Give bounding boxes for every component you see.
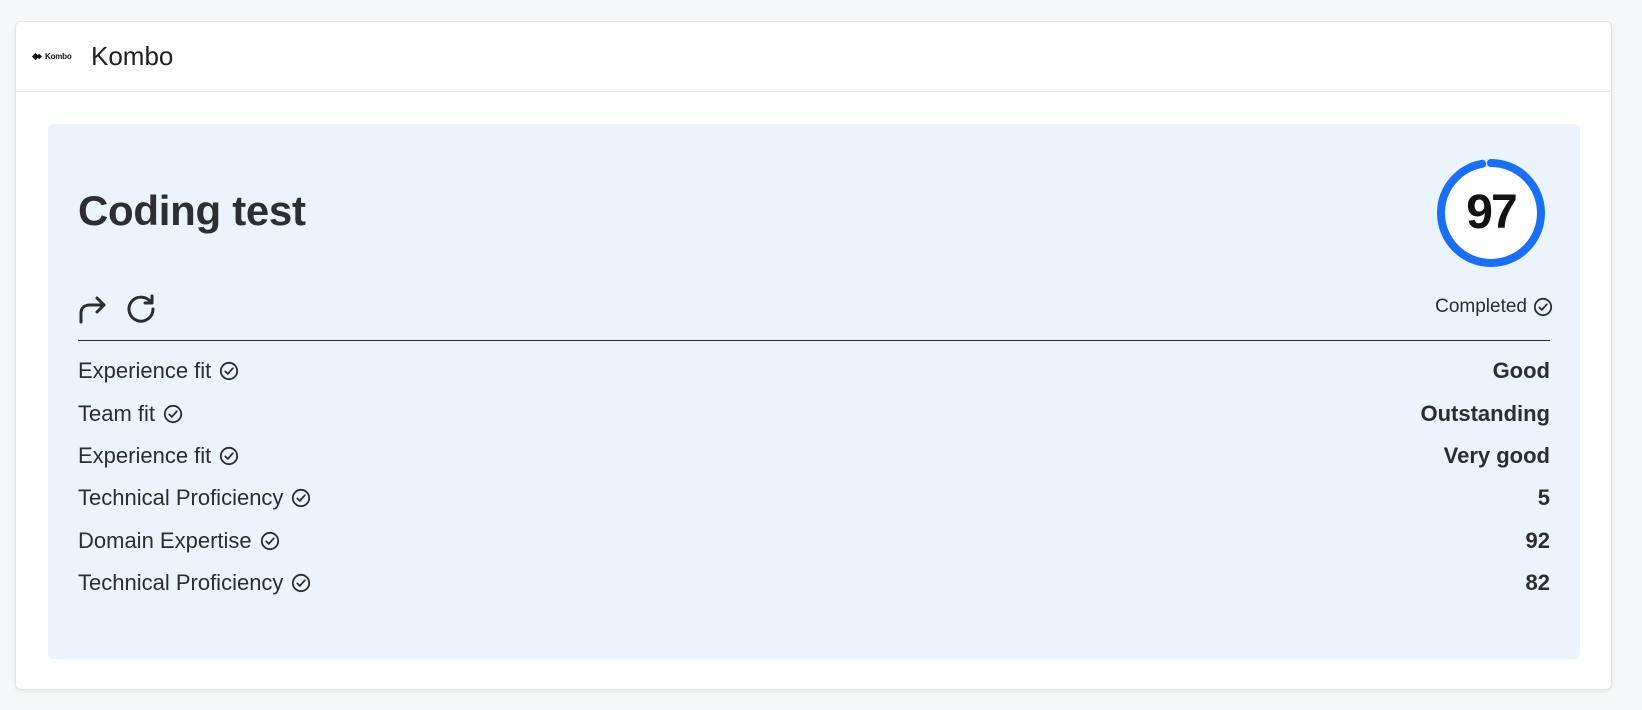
action-icons <box>76 292 158 326</box>
forward-button[interactable] <box>76 292 110 326</box>
check-circle-icon <box>292 574 311 593</box>
logo-wordmark: Kombo <box>45 52 72 61</box>
metric-label: Team fit <box>78 400 156 426</box>
metric-label: Experience fit <box>78 358 212 384</box>
metric-label: Technical Proficiency <box>78 570 284 596</box>
check-circle-icon <box>220 362 239 381</box>
score-value: 97 <box>1466 186 1517 239</box>
metric-row: Technical Proficiency 5 <box>78 477 1550 519</box>
metric-value: Good <box>1492 358 1550 384</box>
assessment-card: Kombo Kombo Coding test 97 Completed Exp… <box>15 21 1612 690</box>
metric-row: Technical Proficiency 82 <box>78 562 1550 604</box>
metric-label-wrap: Technical Proficiency <box>78 485 311 511</box>
divider <box>78 340 1550 341</box>
metrics-list: Experience fit Good Team fit Outstanding… <box>78 350 1550 604</box>
metric-row: Team fit Outstanding <box>78 392 1550 434</box>
metric-label-wrap: Experience fit <box>78 358 239 384</box>
test-result-panel: Coding test 97 Completed Experience fit … <box>48 124 1580 659</box>
refresh-icon <box>127 294 155 323</box>
metric-value: 82 <box>1525 570 1550 596</box>
metric-label-wrap: Domain Expertise <box>78 528 280 554</box>
check-circle-icon <box>163 404 183 423</box>
retry-button[interactable] <box>124 292 158 326</box>
check-circle-icon <box>292 489 311 508</box>
app-title: Kombo <box>91 41 174 71</box>
status-label: Completed <box>1435 296 1527 317</box>
metric-label: Experience fit <box>78 442 212 468</box>
check-circle-icon <box>220 446 239 466</box>
check-circle-icon <box>1533 297 1553 317</box>
kombo-logo-icon <box>31 52 42 61</box>
metric-value: 92 <box>1525 527 1550 553</box>
check-circle-icon <box>260 531 279 550</box>
metric-row: Domain Expertise 92 <box>78 520 1550 562</box>
metric-label-wrap: Technical Proficiency <box>78 570 311 596</box>
metric-label-wrap: Team fit <box>78 401 183 427</box>
arrow-forward-icon <box>79 296 106 324</box>
metric-value: Outstanding <box>1420 400 1550 426</box>
score-ring: 97 <box>1435 157 1547 269</box>
metric-value: 5 <box>1537 485 1550 511</box>
metric-label: Domain Expertise <box>78 527 252 553</box>
metric-value: Very good <box>1443 442 1550 468</box>
metric-row: Experience fit Good <box>78 350 1550 392</box>
status-badge: Completed <box>1435 296 1553 318</box>
metric-row: Experience fit Very good <box>78 435 1550 477</box>
metric-label-wrap: Experience fit <box>78 443 239 469</box>
brand-logo: Kombo <box>31 51 77 62</box>
test-title: Coding test <box>78 187 306 234</box>
card-header: Kombo Kombo <box>16 22 1611 92</box>
metric-label: Technical Proficiency <box>78 485 284 511</box>
